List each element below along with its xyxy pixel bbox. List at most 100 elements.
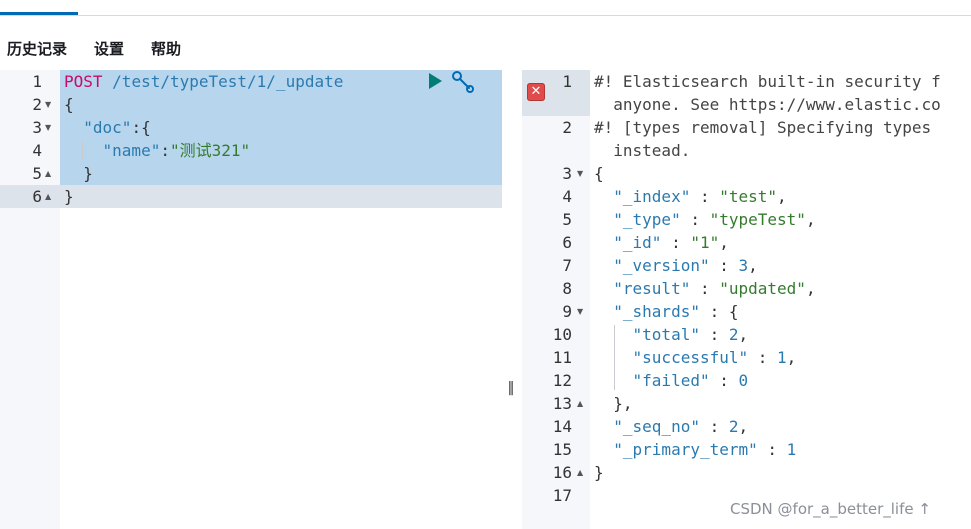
code-token: : { <box>699 302 739 321</box>
line-number: 4 <box>562 187 572 206</box>
code-token: { <box>64 95 74 114</box>
code-token: : <box>709 371 739 390</box>
code-token: /test/typeTest/1/_update <box>112 72 344 91</box>
menu-item-history[interactable]: 历史记录 <box>7 38 67 59</box>
line-number: 2 <box>562 118 572 137</box>
line-number: 1 <box>32 72 42 91</box>
line-number: 9 <box>562 302 572 321</box>
code-token: { <box>594 164 604 183</box>
line-number: 17 <box>552 486 572 505</box>
code-token: : <box>699 325 729 344</box>
response-code-area: #! Elasticsearch built-in security f any… <box>590 70 971 529</box>
code-token: "test" <box>719 187 778 206</box>
code-token: : <box>661 233 691 252</box>
code-token: "_version" <box>613 256 710 275</box>
code-token: "测试321" <box>169 141 251 160</box>
request-code-area[interactable]: POST /test/typeTest/1/_update { "doc":{ "… <box>60 70 502 529</box>
line-number: 14 <box>552 417 572 436</box>
code-line: #! Elasticsearch built-in security f <box>594 70 941 93</box>
code-token: "successful" <box>632 348 749 367</box>
code-line: "successful" : 1, <box>594 346 797 369</box>
line-number: 11 <box>552 348 572 367</box>
selection-highlight <box>60 93 502 116</box>
line-number: 3 <box>562 164 572 183</box>
line-number: 4 <box>32 141 42 160</box>
code-line: "total" : 2, <box>594 323 749 346</box>
code-token: : <box>748 348 778 367</box>
active-tab-indicator[interactable] <box>0 12 78 15</box>
response-gutter: ✕ 1 2 3 ▼ 4 5 6 7 8 9 ▼ 10 11 12 13 ▲ 14 15 16 ▲ 17 <box>522 70 590 529</box>
code-line: "_type" : "typeTest", <box>594 208 816 231</box>
fold-end-icon[interactable]: ▲ <box>45 162 51 185</box>
code-line: "_version" : 3, <box>594 254 758 277</box>
pane-resizer-handle[interactable]: ‖ <box>506 380 516 400</box>
fold-end-icon[interactable]: ▲ <box>577 392 583 415</box>
line-number: 10 <box>552 325 572 344</box>
code-token: 1 <box>786 440 797 459</box>
code-token: "updated" <box>719 279 806 298</box>
code-token: : <box>709 256 739 275</box>
line-number: 1 <box>562 72 572 91</box>
code-token: "_seq_no" <box>613 417 700 436</box>
console-menu: 历史记录 设置 帮助 <box>0 34 201 62</box>
code-token: "_type" <box>613 210 681 229</box>
code-token: , <box>748 256 758 275</box>
code-line: "_seq_no" : 2, <box>594 415 748 438</box>
play-icon[interactable] <box>427 72 443 90</box>
fold-collapse-icon[interactable]: ▼ <box>45 93 51 116</box>
menu-item-help[interactable]: 帮助 <box>151 38 181 59</box>
code-line: anyone. See https://www.elastic.co <box>594 93 941 116</box>
line-number: 8 <box>562 279 572 298</box>
code-token: "_id" <box>613 233 662 252</box>
code-line: } <box>64 185 74 208</box>
selection-highlight <box>60 162 502 185</box>
code-token: }, <box>594 394 633 413</box>
code-token: , <box>738 417 749 436</box>
top-tab-bar <box>0 0 971 16</box>
code-token: instead. <box>594 141 691 160</box>
fold-collapse-icon[interactable]: ▼ <box>45 116 51 139</box>
code-token: "total" <box>632 325 700 344</box>
code-token: :{ <box>131 118 151 137</box>
code-line: { <box>594 162 604 185</box>
code-line: "_shards" : { <box>594 300 739 323</box>
code-token: "typeTest" <box>709 210 806 229</box>
line-number: 6 <box>562 233 572 252</box>
code-token: POST <box>64 72 103 91</box>
code-line: } <box>64 162 93 185</box>
code-token: "name" <box>102 141 161 160</box>
menu-item-settings[interactable]: 设置 <box>94 38 124 59</box>
line-number: 3 <box>32 118 42 137</box>
code-token: , <box>805 279 816 298</box>
code-line: #! [types removal] Specifying types <box>594 116 941 139</box>
code-line: "_primary_term" : 1 <box>594 438 796 461</box>
code-line: instead. <box>594 139 690 162</box>
code-token: : <box>690 187 720 206</box>
request-editor[interactable]: 1 2 ▼ 3 ▼ 4 5 ▲ 6 ▲ POST /test/typeTest/1/_update… <box>0 70 502 529</box>
code-line: "doc":{ <box>64 116 151 139</box>
code-token: "_shards" <box>613 302 700 321</box>
code-line: { <box>64 93 74 116</box>
line-number <box>522 139 572 162</box>
code-token: : <box>160 141 170 160</box>
active-line-highlight <box>60 185 502 208</box>
fold-end-icon[interactable]: ▲ <box>45 185 51 208</box>
code-token: : <box>699 417 729 436</box>
response-viewer: ✕ 1 2 3 ▼ 4 5 6 7 8 9 ▼ 10 11 12 13 ▲ 14 15 16 ▲ 17 #! Elast… <box>522 70 971 529</box>
fold-collapse-icon[interactable]: ▼ <box>577 162 583 185</box>
code-token: "result" <box>613 279 691 298</box>
wrench-icon[interactable] <box>450 70 476 94</box>
line-number: 5 <box>32 164 42 183</box>
fold-end-icon[interactable]: ▲ <box>577 461 583 484</box>
code-token: } <box>64 164 93 183</box>
code-token: , <box>805 210 816 229</box>
fold-collapse-icon[interactable]: ▼ <box>577 300 583 323</box>
